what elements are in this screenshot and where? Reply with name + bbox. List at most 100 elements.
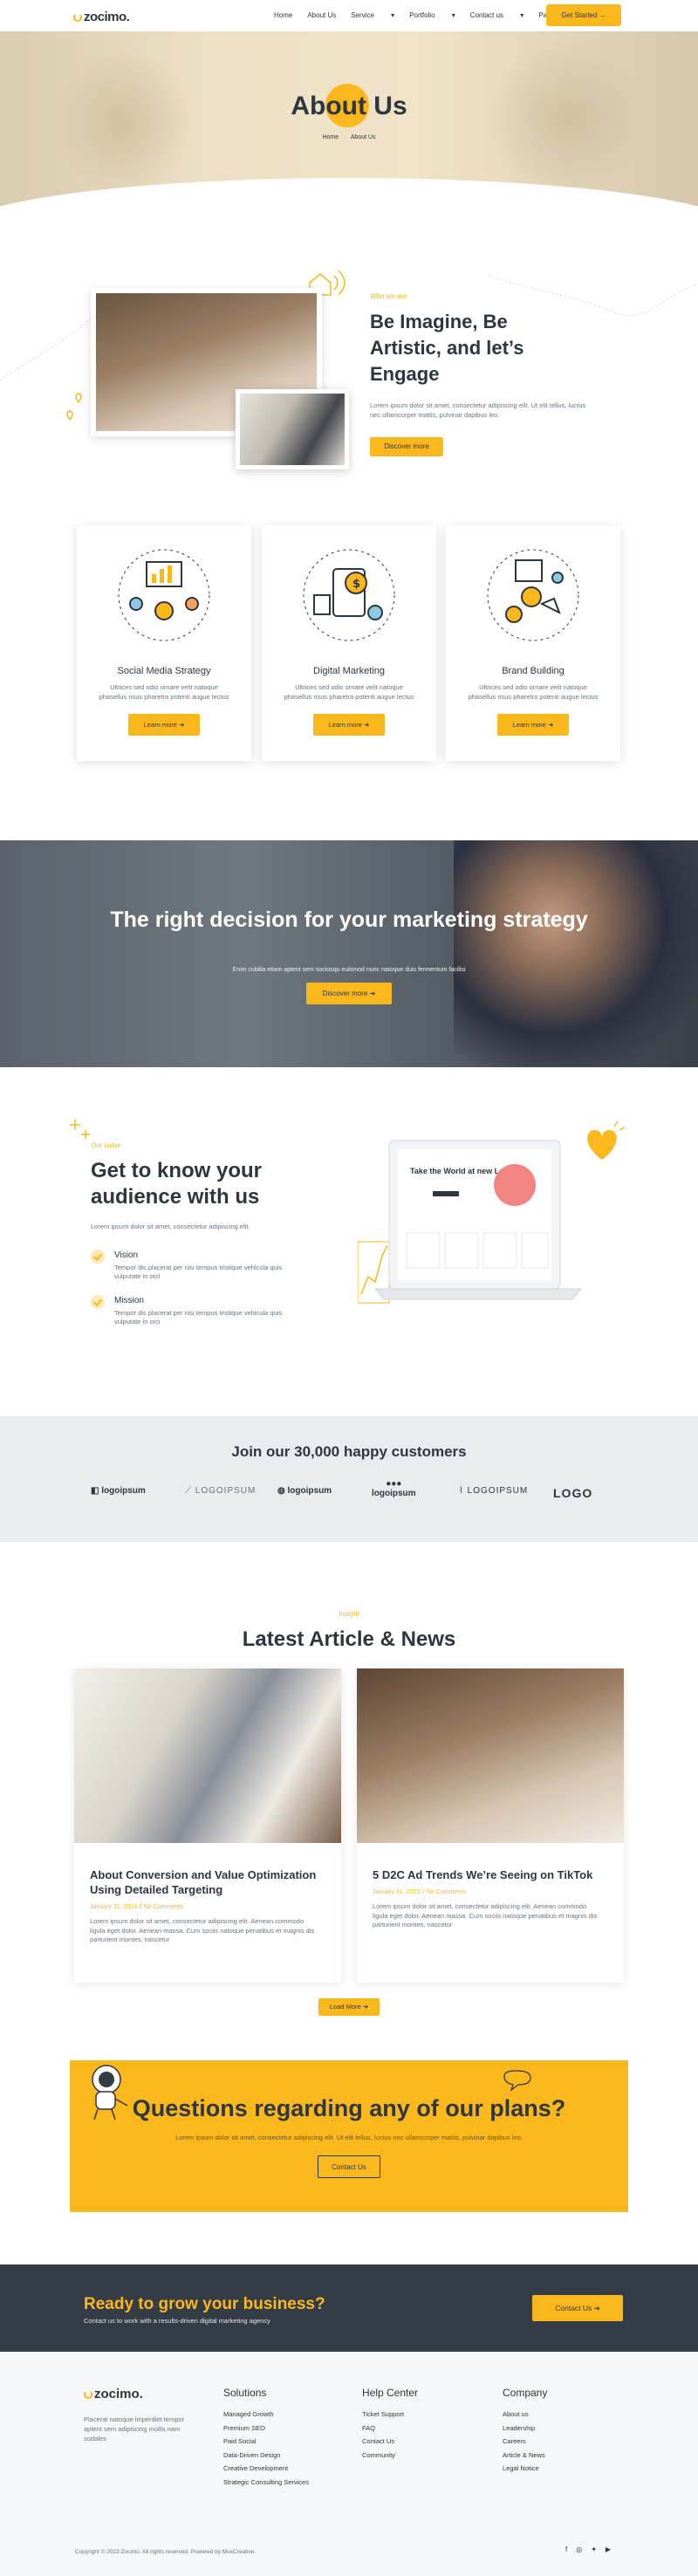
article-excerpt: Lorem ipsum dolor sit amet, consectetur … bbox=[373, 1902, 598, 1929]
main-nav: Home About Us Service ▾ Portfolio ▾ Cont… bbox=[274, 11, 590, 19]
instagram-icon[interactable]: ◎ bbox=[576, 2545, 582, 2553]
nav-portfolio[interactable]: Portfolio ▾ bbox=[409, 11, 455, 19]
footer-link[interactable]: Strategic Consulting Services bbox=[223, 2476, 309, 2490]
learn-more-button[interactable]: Learn more ➜ bbox=[128, 714, 200, 736]
footer-col-company: Company About us Leadership Careers Arti… bbox=[503, 2387, 547, 2476]
page-title: About Us bbox=[291, 92, 407, 120]
banner-photo bbox=[454, 840, 698, 1067]
learn-more-button[interactable]: Learn more ➜ bbox=[313, 714, 385, 736]
footer-link[interactable]: FAQ bbox=[362, 2422, 418, 2436]
grow-title: Ready to grow your business? bbox=[84, 2295, 325, 2313]
news-title: Latest Article & News bbox=[242, 1627, 456, 1651]
values-title: Get to know your audience with us bbox=[91, 1159, 263, 1209]
digital-marketing-icon: $ bbox=[303, 549, 395, 641]
footer-link[interactable]: Legal Notice bbox=[503, 2462, 547, 2476]
footer-link[interactable]: Careers bbox=[503, 2435, 547, 2449]
footer-col-title: Company bbox=[503, 2387, 548, 2399]
learn-more-button[interactable]: Learn more ➜ bbox=[497, 714, 569, 736]
clients-title: Join our 30,000 happy customers bbox=[231, 1443, 467, 1460]
office-photo-image bbox=[240, 394, 345, 465]
news-section: Insight Latest Article & News About Conv… bbox=[0, 1542, 698, 2060]
service-text: Ultrices sed odio ornare velit natoque p… bbox=[99, 683, 229, 701]
service-title: Social Media Strategy bbox=[117, 666, 211, 676]
values-text: Lorem ipsum dolor sit amet, consectetur … bbox=[91, 1223, 250, 1230]
nav-service[interactable]: Service ▾ bbox=[351, 11, 394, 19]
value-text: Tempor dis placerat per nisi tempus tris… bbox=[114, 1264, 283, 1280]
footer-link[interactable]: Ticket Support bbox=[362, 2408, 418, 2422]
article-image bbox=[357, 1668, 624, 1843]
facebook-icon[interactable]: f bbox=[565, 2545, 567, 2553]
nav-about[interactable]: About Us bbox=[307, 11, 336, 19]
office-photo bbox=[236, 389, 349, 469]
logo[interactable]: zocimo. bbox=[73, 10, 130, 24]
strategy-banner: The right decision for your marketing st… bbox=[0, 840, 698, 1067]
article-image bbox=[74, 1668, 341, 1843]
copyright: Copyright © 2023 Zocimo. All rights rese… bbox=[75, 2549, 257, 2555]
footer-link[interactable]: Creative Development bbox=[223, 2462, 309, 2476]
footer-link[interactable]: Paid Social bbox=[223, 2435, 309, 2449]
social-links: f ◎ ✦ ▶ bbox=[565, 2545, 611, 2553]
logo-mark-icon bbox=[73, 13, 82, 22]
page-hero: About Us Home › About Us bbox=[0, 31, 698, 206]
youtube-icon[interactable]: ▶ bbox=[606, 2545, 611, 2553]
footer-about: Placerat natoque imperdiet tempor aptent… bbox=[84, 2415, 185, 2442]
grow-contact-button[interactable]: Contact Us ➜ bbox=[532, 2295, 623, 2321]
article-card[interactable]: About Conversion and Value Optimization … bbox=[74, 1668, 341, 1983]
service-text: Ultrices sed odio ornare velit natoque p… bbox=[284, 683, 414, 701]
client-logo-text: LOGOIPSUM bbox=[195, 1486, 257, 1496]
logo-text: zocimo. bbox=[84, 10, 130, 24]
client-logo-text: logoipsum bbox=[101, 1486, 146, 1496]
chat-bubble-icon bbox=[503, 2070, 531, 2092]
about-text: Lorem ipsum dolor sit amet, consectetur … bbox=[370, 401, 586, 419]
nav-contact-label: Contact us bbox=[469, 11, 504, 19]
brand-building-icon bbox=[487, 549, 579, 641]
mission-item: Mission Tempor dis placerat per nisi tem… bbox=[91, 1295, 318, 1330]
banner-discover-button[interactable]: Discover more ➜ bbox=[306, 983, 392, 1004]
news-tag: Insight bbox=[339, 1610, 359, 1618]
cta-contact-button[interactable]: Contact Us bbox=[318, 2155, 380, 2178]
logo-mark-icon bbox=[84, 2390, 92, 2399]
check-icon bbox=[91, 1250, 105, 1264]
footer-link[interactable]: Managed Growth bbox=[223, 2408, 309, 2422]
twitter-icon[interactable]: ✦ bbox=[591, 2545, 597, 2553]
service-card: $ Digital Marketing Ultrices sed odio or… bbox=[262, 525, 436, 761]
svg-text:$: $ bbox=[352, 578, 360, 591]
get-started-button[interactable]: Get Started → bbox=[546, 4, 621, 26]
footer-link[interactable]: About us bbox=[503, 2408, 547, 2422]
about-tag: Who we are bbox=[370, 292, 407, 300]
article-meta: January 31, 2023 // No Comments bbox=[373, 1889, 466, 1895]
footer-logo[interactable]: zocimo. bbox=[84, 2387, 143, 2401]
article-title[interactable]: About Conversion and Value Optimization … bbox=[90, 1867, 325, 1897]
client-logo-text: LOGO bbox=[553, 1486, 593, 1500]
nav-contact[interactable]: Contact us ▾ bbox=[470, 11, 524, 19]
value-title: Vision bbox=[114, 1250, 139, 1260]
client-logo-text: logoipsum bbox=[372, 1489, 416, 1498]
footer-col-solutions: Solutions Managed Growth Premium SEO Pai… bbox=[223, 2387, 309, 2489]
client-logo-text: logoipsum bbox=[287, 1486, 332, 1496]
banner-text: Enim cubilia etiam aptent sem sociosqu e… bbox=[232, 967, 466, 973]
load-more-button[interactable]: Load More ➜ bbox=[318, 1998, 380, 2016]
service-card: Social Media Strategy Ultrices sed odio … bbox=[77, 525, 251, 761]
cta-section: Questions regarding any of our plans? Lo… bbox=[0, 2060, 698, 2264]
article-card[interactable]: 5 D2C Ad Trends We’re Seeing on TikTok J… bbox=[357, 1668, 624, 1983]
breadcrumb-current: About Us bbox=[350, 134, 376, 140]
footer-link[interactable]: Premium SEO bbox=[223, 2422, 309, 2436]
client-logo: ◧ logoipsum bbox=[91, 1486, 146, 1496]
article-meta: January 31, 2023 // No Comments bbox=[90, 1904, 183, 1910]
nav-home[interactable]: Home bbox=[274, 11, 292, 19]
breadcrumb-home[interactable]: Home bbox=[322, 134, 339, 140]
footer-col-title: Help Center bbox=[362, 2387, 419, 2399]
values-tag: Our value bbox=[91, 1141, 121, 1149]
footer-link[interactable]: Community bbox=[362, 2449, 418, 2463]
footer-link[interactable]: Article & News bbox=[503, 2449, 547, 2463]
value-text: Tempor dis placerat per nisi tempus tris… bbox=[114, 1309, 283, 1326]
article-title[interactable]: 5 D2C Ad Trends We’re Seeing on TikTok bbox=[373, 1867, 608, 1882]
footer-link[interactable]: Data-Driven Design bbox=[223, 2449, 309, 2463]
value-title: Mission bbox=[114, 1296, 144, 1305]
grow-text: Contact us to work with a results-driven… bbox=[84, 2317, 270, 2325]
footer-col-help: Help Center Ticket Support FAQ Contact U… bbox=[362, 2387, 418, 2462]
cta-text: Lorem ipsum dolor sit amet, consectetur … bbox=[175, 2134, 523, 2141]
footer-link[interactable]: Contact Us bbox=[362, 2435, 418, 2449]
footer-link[interactable]: Leadership bbox=[503, 2422, 547, 2436]
discover-more-button[interactable]: Discover more bbox=[370, 437, 443, 456]
